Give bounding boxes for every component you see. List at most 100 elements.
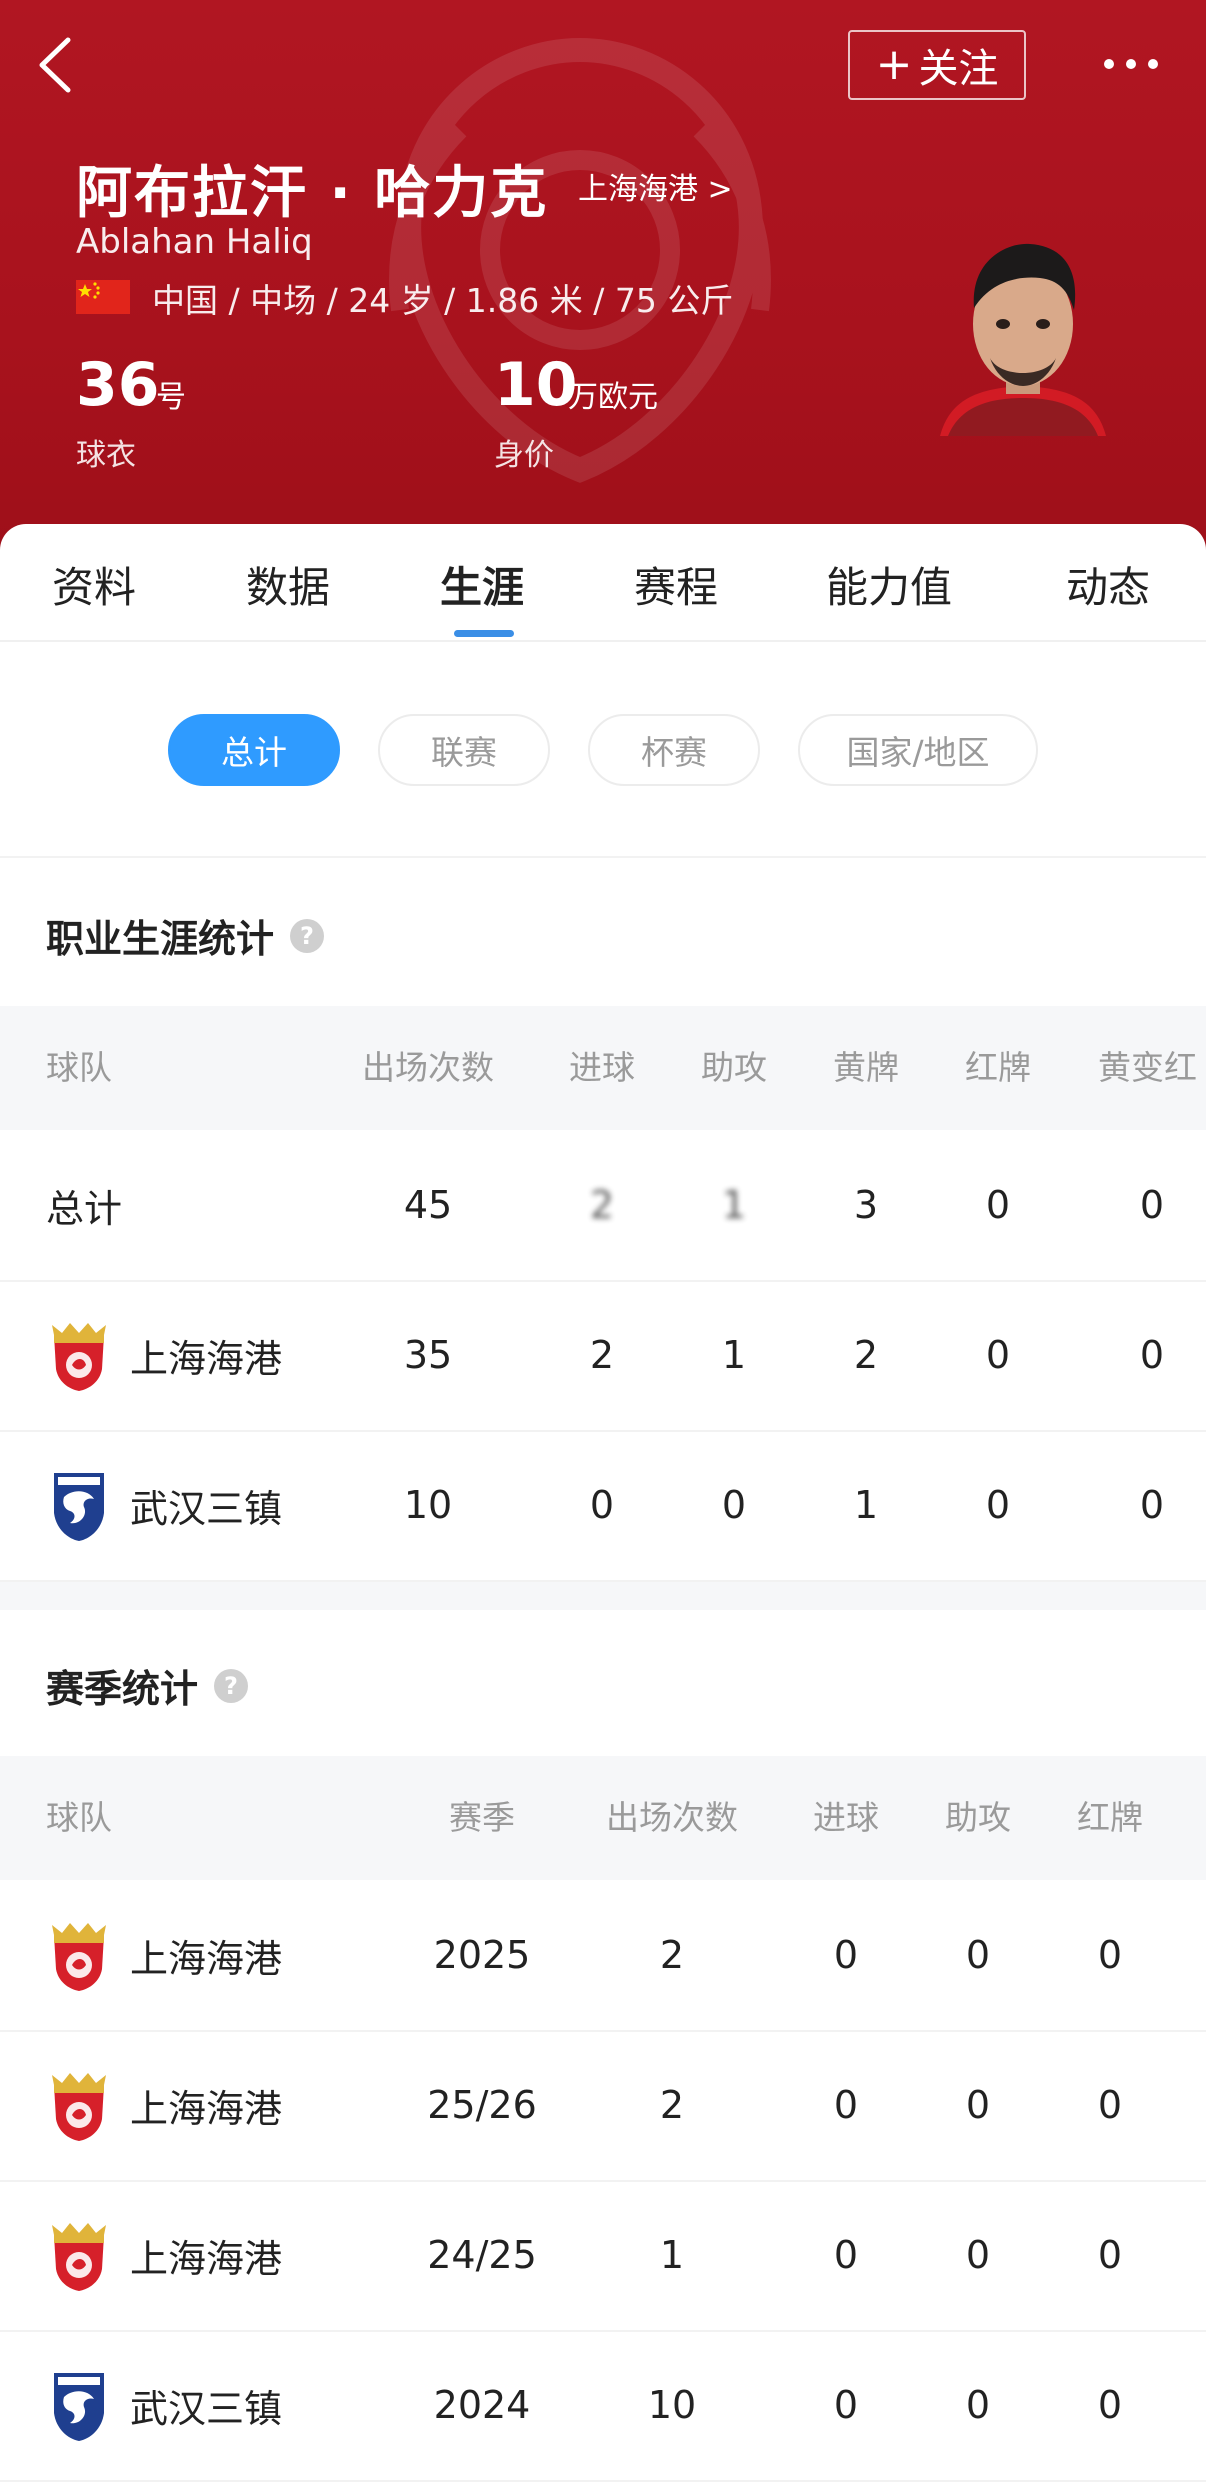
table-row[interactable]: 总计 45 2 1 3 0 0 bbox=[0, 1130, 1206, 1282]
shanghai-port-logo-icon bbox=[52, 1923, 106, 1991]
more-dot-icon bbox=[1126, 59, 1136, 69]
header-appearances: 出场次数 bbox=[606, 1798, 738, 1837]
assists-value: 0 bbox=[965, 2083, 991, 2127]
shanghai-port-logo-icon bbox=[52, 2073, 106, 2141]
appearances-value: 10 bbox=[403, 1483, 453, 1527]
player-name-english: Ablahan Haliq bbox=[76, 222, 313, 262]
team-cell: 总计 bbox=[46, 1130, 122, 1280]
help-icon[interactable]: ? bbox=[214, 1668, 249, 1703]
career-title-text: 职业生涯统计 bbox=[46, 917, 275, 961]
player-meta: 中国 / 中场 / 24 岁 / 1.86 米 / 75 公斤 bbox=[152, 281, 734, 320]
table-row[interactable]: 武汉三镇 2024 10 0 0 0 bbox=[0, 2330, 1206, 2482]
appearances-value: 1 bbox=[659, 2233, 685, 2277]
goals-value: 0 bbox=[833, 1933, 859, 1977]
header-yellow: 黄牌 bbox=[833, 1048, 899, 1087]
tab-career[interactable]: 生涯 bbox=[440, 554, 524, 615]
appearances-value: 10 bbox=[647, 2383, 697, 2427]
back-button[interactable] bbox=[28, 30, 84, 100]
appearances-value: 2 bbox=[659, 1933, 685, 1977]
red-value: 0 bbox=[985, 1333, 1011, 1377]
tab-profile[interactable]: 资料 bbox=[52, 554, 136, 615]
second-yellow-value: 0 bbox=[1139, 1483, 1165, 1527]
follow-button[interactable]: + 关注 bbox=[848, 30, 1026, 100]
market-value-label: 身价 bbox=[494, 438, 554, 473]
club-crest-watermark-icon bbox=[389, 37, 771, 483]
header-team: 球队 bbox=[46, 1798, 112, 1837]
plus-icon: + bbox=[875, 39, 913, 90]
team-cell: 上海海港 bbox=[46, 1280, 282, 1430]
season-value: 24/25 bbox=[427, 2233, 537, 2277]
goals-value: 0 bbox=[833, 2383, 859, 2427]
header-red: 红牌 bbox=[965, 1048, 1031, 1087]
assists-value: 0 bbox=[965, 2383, 991, 2427]
team-name: 上海海港 bbox=[130, 1336, 283, 1381]
appearances-value: 45 bbox=[403, 1183, 453, 1227]
assists-value: 0 bbox=[721, 1483, 747, 1527]
more-dot-icon bbox=[1148, 59, 1158, 69]
red-value: 0 bbox=[1097, 2233, 1123, 2277]
red-value: 0 bbox=[1097, 2383, 1123, 2427]
tab-data[interactable]: 数据 bbox=[246, 554, 330, 615]
goals-value: 2 bbox=[589, 1183, 615, 1227]
jersey-number: 36 bbox=[76, 350, 160, 420]
tab-ability[interactable]: 能力值 bbox=[826, 554, 952, 615]
filter-total[interactable]: 总计 bbox=[168, 714, 340, 786]
section-divider bbox=[0, 1582, 1206, 1610]
assists-value: 1 bbox=[721, 1183, 747, 1227]
current-team-link[interactable]: 上海海港 > bbox=[578, 164, 733, 208]
tab-news[interactable]: 动态 bbox=[1066, 554, 1150, 615]
team-cell: 武汉三镇 bbox=[46, 2330, 282, 2480]
header-goals: 进球 bbox=[569, 1048, 635, 1087]
follow-label: 关注 bbox=[918, 46, 999, 92]
header-appearances: 出场次数 bbox=[362, 1048, 494, 1087]
team-cell: 上海海港 bbox=[46, 2030, 282, 2180]
goals-value: 0 bbox=[833, 2233, 859, 2277]
player-header: + 关注 阿布拉汗 · 哈力克 上海海港 > Ablahan Haliq 中国 … bbox=[0, 0, 1206, 560]
competition-filter: 总计 联赛 杯赛 国家/地区 bbox=[0, 714, 1206, 786]
shanghai-port-logo-icon bbox=[52, 1323, 106, 1391]
table-row[interactable]: 武汉三镇 10 0 0 1 0 0 bbox=[0, 1430, 1206, 1582]
season-title-text: 赛季统计 bbox=[46, 1667, 199, 1711]
assists-value: 0 bbox=[965, 2233, 991, 2277]
tab-schedule[interactable]: 赛程 bbox=[634, 554, 718, 615]
header-season: 赛季 bbox=[449, 1798, 515, 1837]
second-yellow-value: 0 bbox=[1139, 1333, 1165, 1377]
career-section-title: 职业生涯统计 ? bbox=[46, 908, 325, 963]
season-table-header: 球队 赛季 出场次数 进球 助攻 红牌 bbox=[0, 1756, 1206, 1880]
season-value: 2024 bbox=[433, 2383, 531, 2427]
team-name: 武汉三镇 bbox=[130, 2386, 283, 2431]
more-options-button[interactable] bbox=[1096, 44, 1166, 84]
season-section-title: 赛季统计 ? bbox=[46, 1658, 249, 1713]
player-avatar bbox=[940, 243, 1106, 436]
header-goals: 进球 bbox=[813, 1798, 879, 1837]
tab-bar: 资料 数据 生涯 赛程 能力值 动态 bbox=[0, 524, 1206, 642]
chevron-left-icon bbox=[39, 37, 71, 93]
wuhan-three-towns-logo-icon bbox=[54, 2373, 104, 2441]
player-name: 阿布拉汗 · 哈力克 bbox=[76, 161, 549, 226]
team-name: 上海海港 bbox=[130, 2236, 283, 2281]
season-value: 2025 bbox=[433, 1933, 531, 1977]
season-value: 25/26 bbox=[427, 2083, 537, 2127]
goals-value: 0 bbox=[589, 1483, 615, 1527]
team-name: 上海海港 bbox=[130, 2086, 283, 2131]
help-icon[interactable]: ? bbox=[290, 918, 325, 953]
red-value: 0 bbox=[985, 1183, 1011, 1227]
table-row[interactable]: 上海海港 35 2 1 2 0 0 bbox=[0, 1280, 1206, 1432]
shanghai-port-logo-icon bbox=[52, 2223, 106, 2291]
filter-national[interactable]: 国家/地区 bbox=[798, 714, 1038, 786]
table-row[interactable]: 上海海港 2025 2 0 0 0 bbox=[0, 1880, 1206, 2032]
red-value: 0 bbox=[985, 1483, 1011, 1527]
header-red: 红牌 bbox=[1077, 1798, 1143, 1837]
filter-league[interactable]: 联赛 bbox=[378, 714, 550, 786]
header-assists: 助攻 bbox=[701, 1048, 767, 1087]
table-row[interactable]: 上海海港 24/25 1 0 0 0 bbox=[0, 2180, 1206, 2332]
filter-cup[interactable]: 杯赛 bbox=[588, 714, 760, 786]
jersey-unit: 号 bbox=[156, 380, 186, 415]
market-value-unit: 万欧元 bbox=[568, 380, 658, 415]
table-row[interactable]: 上海海港 25/26 2 0 0 0 bbox=[0, 2030, 1206, 2182]
yellow-value: 3 bbox=[853, 1183, 879, 1227]
team-cell: 上海海港 bbox=[46, 1880, 282, 2030]
divider bbox=[0, 856, 1206, 858]
header-second-yellow: 黄变红 bbox=[1098, 1048, 1197, 1087]
team-name: 武汉三镇 bbox=[130, 1486, 283, 1531]
